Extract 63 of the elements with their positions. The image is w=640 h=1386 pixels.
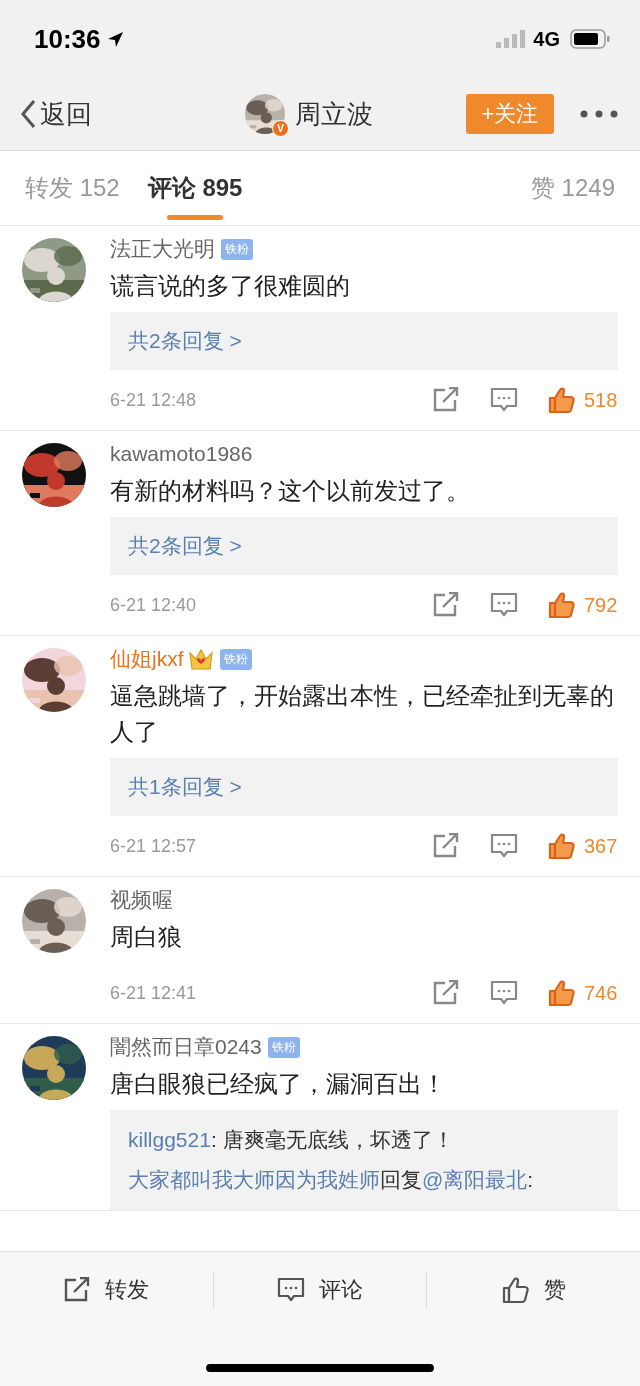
replies-link[interactable]: 共2条回复 > xyxy=(110,312,618,370)
thumbs-up-icon[interactable] xyxy=(548,979,576,1007)
comment-text: 唐白眼狼已经疯了，漏洞百出！ xyxy=(110,1069,447,1099)
tab[interactable]: 转发 152 xyxy=(25,151,120,225)
more-icon[interactable] xyxy=(580,110,618,118)
signal-icon xyxy=(496,30,526,48)
network-label: 4G xyxy=(533,27,560,51)
fan-badge: 铁粉 xyxy=(219,648,252,670)
reply-text: : xyxy=(527,1168,534,1191)
tab[interactable]: 评论 895 xyxy=(147,151,243,225)
comment-text: 有新的材料吗？这个以前发过了。 xyxy=(110,476,471,506)
reply-text: 回复 xyxy=(380,1168,422,1191)
battery-icon xyxy=(570,29,610,49)
comment-icon[interactable] xyxy=(490,592,518,618)
like-count: 746 xyxy=(584,981,618,1005)
like-count: 367 xyxy=(584,834,618,858)
crown-icon xyxy=(187,647,214,671)
author-name: 周立波 xyxy=(295,97,373,131)
share-icon[interactable] xyxy=(432,833,460,859)
thumbs-up-icon xyxy=(501,1276,530,1304)
thumbs-up-icon[interactable] xyxy=(548,591,576,619)
comment-time: 6-21 12:48 xyxy=(110,389,198,411)
comment-time: 6-21 12:40 xyxy=(110,594,198,616)
username[interactable]: 视频喔 xyxy=(110,886,173,914)
replies-link[interactable]: 共1条回复 > xyxy=(110,758,618,816)
username[interactable]: kawamoto1986 xyxy=(110,442,253,466)
thumbs-up-icon[interactable] xyxy=(548,832,576,860)
like-count: 792 xyxy=(584,593,618,617)
comment-icon[interactable] xyxy=(490,833,518,859)
thumbs-up-icon[interactable] xyxy=(548,386,576,414)
comment-icon xyxy=(277,1277,305,1303)
verified-badge: V xyxy=(272,120,289,137)
comment-icon[interactable] xyxy=(490,980,518,1006)
user-link[interactable]: @离阳最北 xyxy=(422,1168,528,1191)
share-icon[interactable] xyxy=(432,592,460,618)
share-icon xyxy=(63,1277,92,1303)
comment-text: 逼急跳墙了，开始露出本性，已经牵扯到无辜的人了 xyxy=(110,681,615,747)
share-icon[interactable] xyxy=(432,387,460,413)
replies-link[interactable]: 共2条回复 > xyxy=(110,517,618,575)
back-button[interactable]: 返回 xyxy=(20,96,92,132)
location-arrow-icon xyxy=(106,30,124,48)
comment-text: 周白狼 xyxy=(110,922,183,952)
comment-time: 6-21 12:41 xyxy=(110,982,198,1004)
like-count: 518 xyxy=(584,388,618,412)
username[interactable]: 闇然而日章0243 xyxy=(110,1033,262,1061)
fan-badge: 铁粉 xyxy=(267,1036,300,1058)
comment-text: 谎言说的多了很难圆的 xyxy=(110,271,351,301)
user-link[interactable]: 大家都叫我大师因为我姓师 xyxy=(128,1168,380,1191)
comment-time: 6-21 12:57 xyxy=(110,835,198,857)
comment-icon[interactable] xyxy=(490,387,518,413)
username[interactable]: 法正大光明 xyxy=(110,235,215,263)
username[interactable]: 仙姐jkxf xyxy=(110,645,184,673)
clock-time: 10:36 xyxy=(34,23,101,55)
action-button[interactable]: 评论 xyxy=(273,1271,367,1309)
fan-badge: 铁粉 xyxy=(221,238,253,260)
action-button[interactable]: 转发 xyxy=(59,1271,154,1309)
action-button[interactable]: 赞 xyxy=(497,1271,570,1309)
chevron-left-icon xyxy=(20,99,36,129)
user-link[interactable]: killgg521 xyxy=(128,1128,211,1151)
tab[interactable]: 赞 1249 xyxy=(530,151,615,225)
follow-button[interactable]: +关注 xyxy=(466,94,554,134)
share-icon[interactable] xyxy=(432,980,460,1006)
reply-text: : 唐爽毫无底线，坏透了！ xyxy=(210,1128,454,1151)
